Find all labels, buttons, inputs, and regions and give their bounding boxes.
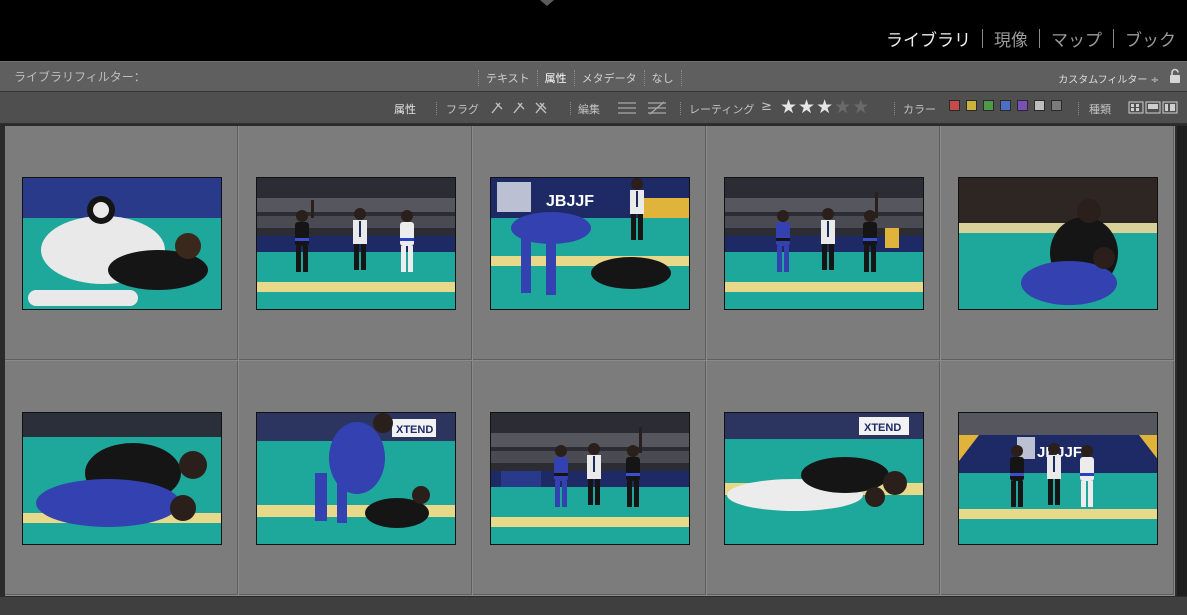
color-swatch[interactable]: [1034, 100, 1045, 111]
module-develop[interactable]: 現像: [983, 26, 1039, 51]
color-swatch[interactable]: [966, 100, 977, 111]
grid-cell[interactable]: JBJJF: [473, 126, 706, 360]
rating-label: レーティング: [689, 103, 755, 116]
type-filter-icons[interactable]: [1128, 101, 1180, 114]
color-swatch[interactable]: [1051, 100, 1062, 111]
top-panel-toggle[interactable]: [540, 0, 554, 6]
photo-thumbnail[interactable]: [256, 177, 456, 310]
edit-label: 編集: [578, 103, 600, 116]
star-filled-icon[interactable]: ★: [798, 96, 816, 118]
photo-thumbnail[interactable]: JBJJF: [490, 177, 690, 310]
grid-cell[interactable]: [941, 126, 1174, 360]
rating-stars: ★★★★★: [780, 96, 870, 118]
grid-cell[interactable]: [5, 361, 238, 595]
grid-cell[interactable]: XTEND: [239, 361, 472, 595]
grid-cell[interactable]: [473, 361, 706, 595]
star-empty-icon[interactable]: ★: [834, 96, 852, 118]
svg-text:JBJJF: JBJJF: [546, 193, 594, 210]
photo-thumbnail[interactable]: [490, 412, 690, 545]
filter-tab-attribute[interactable]: 属性: [536, 70, 574, 86]
photo-thumbnail[interactable]: XTEND: [724, 412, 924, 545]
grid-cell[interactable]: JBJJF: [941, 361, 1174, 595]
custom-filter-dropdown[interactable]: カスタムフィルター ÷: [1058, 71, 1159, 86]
color-swatch[interactable]: [983, 100, 994, 111]
lock-icon[interactable]: [1169, 68, 1181, 84]
photo-thumbnail[interactable]: [22, 177, 222, 310]
color-label: カラー: [903, 103, 936, 116]
edit-status-icons[interactable]: [616, 100, 670, 116]
color-swatch[interactable]: [949, 100, 960, 111]
divider: [894, 102, 895, 115]
module-bar: ライブラリ 現像 マップ ブック: [0, 0, 1187, 61]
svg-text:XTEND: XTEND: [864, 422, 901, 434]
photo-thumbnail[interactable]: [22, 412, 222, 545]
grid-cell[interactable]: [239, 126, 472, 360]
attribute-title: 属性: [394, 103, 416, 116]
filter-bar-title: ライブラリフィルター：: [14, 70, 146, 84]
grid-cell[interactable]: XTEND: [707, 361, 940, 595]
library-filter-bar: ライブラリフィルター： テキスト 属性 メタデータ なし カスタムフィルター ÷: [0, 61, 1187, 91]
color-swatch[interactable]: [1017, 100, 1028, 111]
star-empty-icon[interactable]: ★: [852, 96, 870, 118]
filter-tab-none[interactable]: なし: [643, 70, 682, 86]
filter-tab-metadata[interactable]: メタデータ: [573, 70, 644, 86]
attribute-filter-bar: 属性 フラグ 編集 レーティング ≥ ★★★★★ カラー 種類: [0, 91, 1187, 124]
grid-scrollbar[interactable]: [1177, 126, 1187, 596]
divider: [570, 102, 571, 115]
flag-filter-icons[interactable]: [488, 99, 556, 117]
module-book[interactable]: ブック: [1114, 26, 1187, 51]
grid-cell[interactable]: [5, 126, 238, 360]
grid-cell[interactable]: [707, 126, 940, 360]
svg-text:XTEND: XTEND: [396, 424, 433, 436]
module-library[interactable]: ライブラリ: [875, 26, 982, 51]
photo-thumbnail[interactable]: [958, 177, 1158, 310]
filter-tabs: テキスト 属性 メタデータ なし: [478, 70, 682, 86]
divider: [680, 102, 681, 115]
type-label: 種類: [1089, 103, 1111, 116]
module-map[interactable]: マップ: [1040, 26, 1113, 51]
photo-thumbnail[interactable]: JBJJF: [958, 412, 1158, 545]
color-swatch[interactable]: [1000, 100, 1011, 111]
filter-tab-text[interactable]: テキスト: [478, 70, 537, 86]
star-filled-icon[interactable]: ★: [816, 96, 834, 118]
flag-label: フラグ: [446, 103, 479, 116]
photo-thumbnail[interactable]: XTEND: [256, 412, 456, 545]
star-filled-icon[interactable]: ★: [780, 96, 798, 118]
thumbnail-grid: JBJJF XTEND XTEND JBJJF: [5, 126, 1175, 596]
divider: [436, 102, 437, 115]
filmstrip-edge: [0, 596, 1187, 615]
photo-thumbnail[interactable]: [724, 177, 924, 310]
module-picker: ライブラリ 現像 マップ ブック: [875, 26, 1187, 51]
divider: [1078, 102, 1079, 115]
rating-operator[interactable]: ≥: [761, 99, 772, 114]
